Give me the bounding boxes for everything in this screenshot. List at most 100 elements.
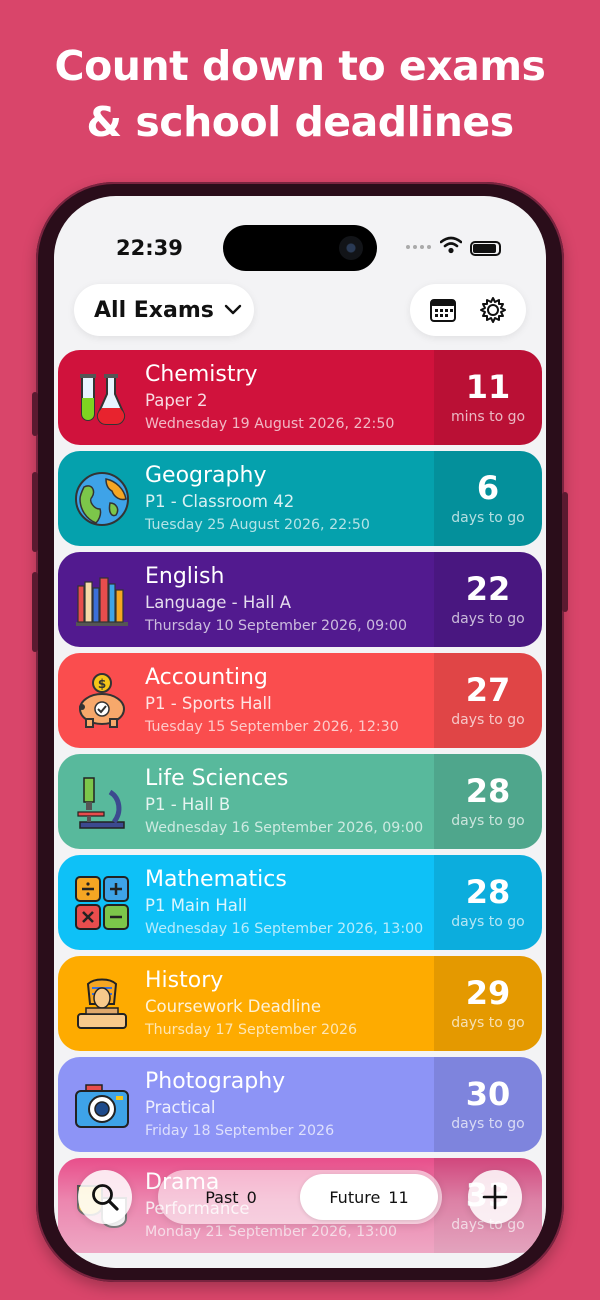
- microscope-icon: [72, 772, 132, 832]
- countdown-unit: days to go: [451, 509, 525, 526]
- calculator-icon: [72, 873, 132, 933]
- past-count: 0: [246, 1187, 257, 1207]
- add-exam-button[interactable]: [468, 1170, 522, 1224]
- exam-card[interactable]: Mathematics P1 Main Hall Wednesday 16 Sept…: [58, 855, 542, 950]
- countdown-value: 28: [465, 872, 511, 911]
- countdown-value: 28: [465, 771, 511, 810]
- exam-card[interactable]: Photography Practical Friday 18 September …: [58, 1057, 542, 1152]
- exam-detail: Practical: [145, 1098, 216, 1117]
- exam-date: Tuesday 25 August 2026, 22:50: [145, 517, 370, 533]
- camera-icon: [339, 236, 363, 260]
- countdown: 27 days to go: [434, 653, 542, 748]
- exam-card[interactable]: Chemistry Paper 2 Wednesday 19 August 2026…: [58, 350, 542, 445]
- exam-subject: Chemistry: [145, 362, 258, 387]
- tab-past[interactable]: Past 0: [162, 1174, 300, 1220]
- exam-info: Photography Practical Friday 18 September …: [58, 1057, 434, 1152]
- exam-subject: Life Sciences: [145, 766, 289, 791]
- toolbar-actions: [410, 284, 526, 336]
- piggy-bank-icon: $: [72, 671, 132, 731]
- status-time: 22:39: [116, 236, 183, 260]
- dynamic-island: [223, 225, 377, 271]
- test-tubes-icon: [72, 368, 132, 428]
- exam-detail: P1 - Classroom 42: [145, 492, 295, 511]
- exam-card[interactable]: Life Sciences P1 - Hall B Wednesday 16 Sep…: [58, 754, 542, 849]
- exam-info: Chemistry Paper 2 Wednesday 19 August 2026…: [58, 350, 434, 445]
- headline-line-2: & school deadlines: [86, 98, 514, 146]
- exam-list: Chemistry Paper 2 Wednesday 19 August 2026…: [58, 350, 542, 1259]
- exam-detail: Coursework Deadline: [145, 997, 321, 1016]
- volume-up-button: [32, 472, 38, 552]
- exam-card[interactable]: History Coursework Deadline Thursday 17 Se…: [58, 956, 542, 1051]
- exam-info: Mathematics P1 Main Hall Wednesday 16 Sept…: [58, 855, 434, 950]
- battery-icon: [470, 241, 501, 256]
- future-count: 11: [388, 1187, 409, 1207]
- exam-detail: P1 Main Hall: [145, 896, 248, 915]
- countdown-unit: days to go: [451, 812, 525, 829]
- action-button: [32, 392, 38, 436]
- countdown-value: 29: [465, 973, 511, 1012]
- exam-info: $ Accounting P1 - Sports Hall Tuesday 15 Se…: [58, 653, 434, 748]
- countdown-value: 30: [465, 1074, 511, 1113]
- search-button[interactable]: [78, 1170, 132, 1224]
- exam-subject: Geography: [145, 463, 267, 488]
- wifi-icon: [440, 236, 462, 254]
- volume-down-button: [32, 572, 38, 652]
- exam-info: English Language - Hall A Thursday 10 Sept…: [58, 552, 434, 647]
- camera-icon: [72, 1075, 132, 1135]
- countdown-unit: days to go: [451, 913, 525, 930]
- promo-headline: Count down to exams & school deadlines: [0, 38, 600, 150]
- filter-label: All Exams: [94, 297, 214, 323]
- exam-subject: Accounting: [145, 665, 268, 690]
- signal-icon: [406, 245, 431, 249]
- countdown: 30 days to go: [434, 1057, 542, 1152]
- exam-card[interactable]: English Language - Hall A Thursday 10 Sept…: [58, 552, 542, 647]
- globe-icon: [72, 469, 132, 529]
- exam-detail: Language - Hall A: [145, 593, 292, 612]
- gear-icon[interactable]: [478, 295, 508, 325]
- countdown-unit: mins to go: [450, 408, 526, 425]
- chevron-down-icon: [224, 304, 242, 315]
- exam-date: Wednesday 19 August 2026, 22:50: [145, 416, 395, 432]
- exam-detail: P1 - Sports Hall: [145, 694, 272, 713]
- countdown-value: 6: [476, 468, 500, 507]
- countdown-value: 27: [465, 670, 511, 709]
- exam-date: Thursday 10 September 2026, 09:00: [145, 618, 407, 634]
- countdown-unit: days to go: [451, 1115, 525, 1132]
- exam-filter-dropdown[interactable]: All Exams: [74, 284, 254, 336]
- tab-future[interactable]: Future 11: [300, 1174, 438, 1220]
- countdown: 11 mins to go: [434, 350, 542, 445]
- exam-detail: Paper 2: [145, 391, 208, 410]
- past-future-toggle: Past 0 Future 11: [158, 1170, 442, 1224]
- exam-date: Tuesday 15 September 2026, 12:30: [145, 719, 399, 735]
- calendar-icon[interactable]: [429, 297, 457, 323]
- svg-text:$: $: [98, 677, 106, 691]
- exam-date: Thursday 17 September 2026: [145, 1022, 358, 1038]
- search-icon: [92, 1184, 119, 1211]
- exam-date: Wednesday 16 September 2026, 09:00: [145, 820, 424, 836]
- countdown: 29 days to go: [434, 956, 542, 1051]
- exam-subject: English: [145, 564, 225, 589]
- app-screen: 22:39 All Exams Chemistry Paper 2 Wednes…: [54, 196, 546, 1268]
- countdown-value: 22: [465, 569, 511, 608]
- exam-date: Wednesday 16 September 2026, 13:00: [145, 921, 424, 937]
- countdown: 28 days to go: [434, 855, 542, 950]
- countdown-unit: days to go: [451, 711, 525, 728]
- exam-info: History Coursework Deadline Thursday 17 Se…: [58, 956, 434, 1051]
- exam-card[interactable]: $ Accounting P1 - Sports Hall Tuesday 15 Se…: [58, 653, 542, 748]
- exam-info: Geography P1 - Classroom 42 Tuesday 25 Aug…: [58, 451, 434, 546]
- plus-icon: [482, 1184, 508, 1210]
- exam-subject: Mathematics: [145, 867, 287, 892]
- countdown: 22 days to go: [434, 552, 542, 647]
- countdown-unit: days to go: [451, 1014, 525, 1031]
- power-button: [562, 492, 568, 612]
- exam-detail: P1 - Hall B: [145, 795, 231, 814]
- exam-date: Friday 18 September 2026: [145, 1123, 335, 1139]
- exam-info: Life Sciences P1 - Hall B Wednesday 16 Sep…: [58, 754, 434, 849]
- sphinx-icon: [72, 974, 132, 1034]
- future-label: Future: [329, 1187, 381, 1207]
- exam-card[interactable]: Geography P1 - Classroom 42 Tuesday 25 Aug…: [58, 451, 542, 546]
- headline-line-1: Count down to exams: [54, 42, 546, 90]
- phone-frame: 22:39 All Exams Chemistry Paper 2 Wednes…: [32, 182, 568, 1282]
- exam-subject: Photography: [145, 1069, 286, 1094]
- countdown: 28 days to go: [434, 754, 542, 849]
